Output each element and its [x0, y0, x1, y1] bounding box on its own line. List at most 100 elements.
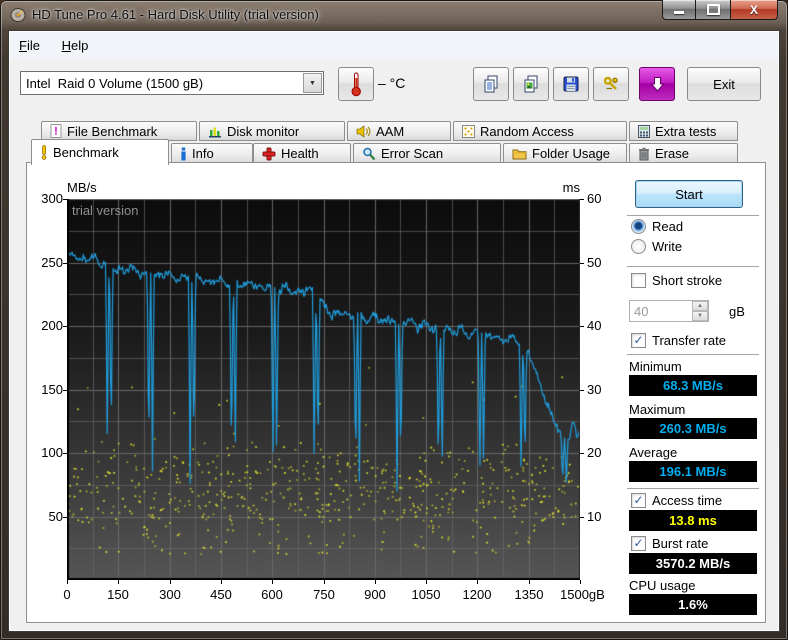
- burst-rate-value: 3570.2 MB/s: [629, 553, 757, 574]
- menu-file[interactable]: File: [10, 32, 49, 59]
- maximize-button[interactable]: [696, 0, 731, 20]
- left-axis-tick: [63, 517, 67, 518]
- burst-rate-checkbox[interactable]: ✓: [631, 536, 646, 551]
- exclaim-yellow-icon: [41, 145, 47, 160]
- close-button[interactable]: X: [731, 0, 778, 20]
- short-stroke-size-spinner[interactable]: 40 ▲ ▼: [629, 300, 709, 322]
- x-axis-tick: [272, 580, 273, 584]
- left-axis-tick-label: 100: [41, 445, 63, 460]
- right-axis-unit-label: ms: [562, 180, 580, 195]
- window-controls: X: [662, 0, 778, 20]
- x-axis-tick: [477, 580, 478, 584]
- left-axis-tick: [63, 263, 67, 264]
- read-radio[interactable]: [631, 219, 646, 234]
- write-radio[interactable]: [631, 239, 646, 254]
- separator: [627, 266, 759, 267]
- tab-extra-tests[interactable]: Extra tests: [629, 121, 738, 141]
- right-axis-tick: [580, 263, 584, 264]
- write-radio-row[interactable]: Write: [631, 239, 682, 254]
- tab-random-access[interactable]: Random Access: [453, 121, 627, 141]
- short-stroke-label: Short stroke: [652, 273, 723, 288]
- info-icon: [181, 147, 186, 160]
- access-time-row[interactable]: ✓ Access time: [631, 493, 722, 508]
- tab-label: Erase: [655, 146, 689, 161]
- temperature-button[interactable]: [338, 67, 374, 101]
- tab-label: Benchmark: [53, 145, 119, 160]
- tab-erase[interactable]: Erase: [629, 143, 738, 164]
- x-axis-tick-label: 300: [159, 587, 181, 602]
- right-axis-tick-label: 30: [587, 382, 602, 397]
- dice-icon: [462, 124, 475, 138]
- drive-select[interactable]: Intel Raid 0 Volume (1500 gB) ▼: [20, 71, 324, 95]
- menu-help[interactable]: Help: [53, 32, 98, 59]
- x-axis-tick: [118, 580, 119, 584]
- transfer-rate-checkbox[interactable]: ✓: [631, 333, 646, 348]
- minimum-label: Minimum: [629, 359, 682, 374]
- tab-aam[interactable]: AAM: [347, 121, 451, 141]
- minimize-button[interactable]: [662, 0, 696, 20]
- spin-down-icon[interactable]: ▼: [692, 311, 708, 321]
- x-axis-tick-label: 900: [364, 587, 386, 602]
- chevron-down-icon[interactable]: ▼: [303, 73, 322, 93]
- client-area: File Help Intel Raid 0 Volume (1500 gB) …: [8, 30, 780, 632]
- right-axis-tick: [580, 390, 584, 391]
- read-radio-row[interactable]: Read: [631, 219, 683, 234]
- access-time-value: 13.8 ms: [629, 510, 757, 531]
- left-axis-tick: [63, 199, 67, 200]
- left-axis-tick-label: 300: [41, 191, 63, 206]
- download-arrow-icon: [650, 76, 664, 92]
- copy-image-button[interactable]: [513, 67, 549, 101]
- x-axis-tick-label: 450: [210, 587, 232, 602]
- app-window: HD Tune Pro 4.61 - Hard Disk Utility (tr…: [0, 0, 788, 640]
- x-axis-tick-label: 0: [63, 587, 71, 602]
- access-time-checkbox[interactable]: ✓: [631, 493, 646, 508]
- tab-file-benchmark[interactable]: ! File Benchmark: [41, 121, 197, 141]
- options-icon: [603, 76, 618, 90]
- tab-health[interactable]: Health: [253, 143, 351, 164]
- burst-rate-row[interactable]: ✓ Burst rate: [631, 536, 708, 551]
- x-axis-tick-label: 1200: [462, 587, 492, 602]
- cpu-usage-label: CPU usage: [629, 578, 696, 593]
- short-stroke-checkbox[interactable]: [631, 273, 646, 288]
- tab-label: Error Scan: [381, 146, 444, 161]
- x-axis-tick: [529, 580, 530, 584]
- spinner-buttons: ▲ ▼: [692, 301, 708, 321]
- right-axis-tick-label: 40: [587, 318, 602, 333]
- x-axis-tick: [580, 580, 581, 584]
- tab-disk-monitor[interactable]: Disk monitor: [199, 121, 345, 141]
- tab-benchmark[interactable]: Benchmark: [31, 139, 169, 165]
- spinner-value: 40: [634, 304, 649, 319]
- minimize-icon: [674, 11, 684, 14]
- x-axis-tick-label: 1350: [514, 587, 544, 602]
- tab-label: Folder Usage: [532, 146, 611, 161]
- read-label: Read: [652, 219, 684, 234]
- save-button[interactable]: [553, 67, 589, 101]
- spin-up-icon[interactable]: ▲: [692, 301, 708, 311]
- tab-error-scan[interactable]: Error Scan: [353, 143, 501, 164]
- x-axis-tick: [426, 580, 427, 584]
- tab-info[interactable]: Info: [171, 143, 253, 164]
- right-axis-tick: [580, 199, 584, 200]
- start-button[interactable]: Start: [635, 180, 743, 208]
- left-axis-tick-label: 150: [41, 382, 63, 397]
- menubar: File Help: [10, 32, 778, 60]
- transfer-rate-row[interactable]: ✓ Transfer rate: [631, 333, 726, 348]
- bar-chart-icon: [209, 127, 221, 137]
- copy-icon: [484, 75, 498, 93]
- exit-button[interactable]: Exit: [687, 67, 761, 101]
- right-axis-tick-label: 20: [587, 445, 602, 460]
- tab-folder-usage[interactable]: Folder Usage: [503, 143, 627, 164]
- close-icon: X: [749, 2, 758, 17]
- options-button[interactable]: [593, 67, 629, 101]
- health-cross-icon: [262, 147, 276, 160]
- tab-label: Disk monitor: [227, 123, 300, 139]
- copy-text-button[interactable]: [473, 67, 509, 101]
- magnifier-icon: [363, 147, 376, 160]
- write-label: Write: [652, 239, 683, 254]
- temperature-readout: – °C: [378, 75, 406, 91]
- short-stroke-row[interactable]: Short stroke: [631, 273, 722, 288]
- download-button[interactable]: [639, 67, 675, 101]
- titlebar[interactable]: HD Tune Pro 4.61 - Hard Disk Utility (tr…: [0, 0, 788, 30]
- tab-label: File Benchmark: [67, 123, 158, 139]
- left-axis-tick-label: 200: [41, 318, 63, 333]
